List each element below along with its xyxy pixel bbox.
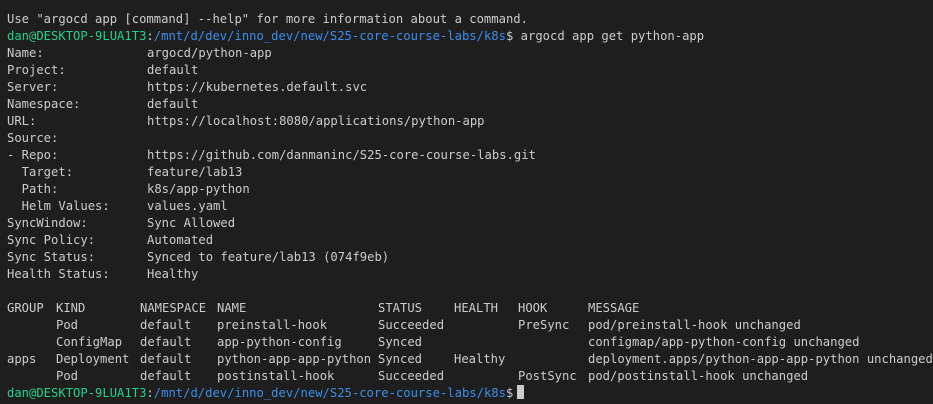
detail-key: - Repo: bbox=[7, 148, 59, 162]
detail-key: Helm Values: bbox=[7, 199, 110, 213]
detail-key: Health Status: bbox=[7, 267, 110, 281]
prompt-path: /mnt/d/dev/inno_dev/new/S25-core-course-… bbox=[153, 386, 506, 400]
table-cell: Healthy bbox=[454, 352, 506, 366]
detail-line: SyncWindow: Sync Allowed bbox=[7, 215, 933, 232]
detail-key: Sync Policy: bbox=[7, 233, 96, 247]
table-cell: app-python-config bbox=[217, 335, 342, 349]
detail-line: Target: feature/lab13 bbox=[7, 164, 933, 181]
table-cell: default bbox=[140, 369, 192, 383]
table-header-cell: HOOK bbox=[518, 301, 548, 315]
table-row: apps Deployment default python-app-app-pyth… bbox=[7, 351, 933, 368]
table-cell: ConfigMap bbox=[56, 335, 123, 349]
table-cell: Synced bbox=[378, 335, 423, 349]
detail-line: Helm Values: values.yaml bbox=[7, 198, 933, 215]
table-cell: Succeeded bbox=[378, 318, 445, 332]
detail-line: Name: argocd/python-app bbox=[7, 45, 933, 62]
command-text: argocd app get python-app bbox=[520, 29, 705, 43]
detail-key: Target: bbox=[7, 165, 74, 179]
detail-line: URL: https://localhost:8080/applications/… bbox=[7, 113, 933, 130]
detail-key: SyncWindow: bbox=[7, 216, 88, 230]
prompt-line: dan@DESKTOP-9LUA1T3:/mnt/d/dev/inno_dev/… bbox=[7, 28, 933, 45]
detail-value: Healthy bbox=[147, 267, 199, 281]
table-header-cell: NAMESPACE bbox=[140, 301, 207, 315]
detail-line: - Repo: https://github.com/danmaninc/S25-… bbox=[7, 147, 933, 164]
table-row: Pod default preinstall-hook Succeeded PreSyn… bbox=[7, 317, 933, 334]
detail-line: Source: bbox=[7, 130, 933, 147]
detail-line: Namespace: default bbox=[7, 96, 933, 113]
table-row: Pod default postinstall-hook Succeeded PostS… bbox=[7, 368, 933, 385]
table-cell: postinstall-hook bbox=[217, 369, 335, 383]
prompt-separator: : bbox=[146, 29, 154, 43]
prompt-line-current[interactable]: dan@DESKTOP-9LUA1T3:/mnt/d/dev/inno_dev/… bbox=[7, 385, 933, 402]
table-cell: configmap/app-python-config unchanged bbox=[588, 335, 860, 349]
detail-line: Sync Status: Synced to feature/lab13 (074… bbox=[7, 249, 933, 266]
detail-value: Automated bbox=[147, 233, 214, 247]
help-line: Use "argocd app [command] --help" for mo… bbox=[7, 12, 528, 26]
detail-value: https://localhost:8080/applications/pyth… bbox=[147, 114, 485, 128]
table-cell: python-app-app-python bbox=[217, 352, 372, 366]
detail-key: Source: bbox=[7, 131, 59, 145]
detail-value: default bbox=[147, 63, 199, 77]
prompt-dollar: $ bbox=[505, 386, 514, 400]
table-header-cell: NAME bbox=[217, 301, 247, 315]
table-cell: Deployment bbox=[56, 352, 130, 366]
detail-key: Namespace: bbox=[7, 97, 81, 111]
table-cell: apps bbox=[7, 352, 37, 366]
detail-key: Name: bbox=[7, 46, 44, 60]
table-cell: PreSync bbox=[518, 318, 570, 332]
table-header-cell: HEALTH bbox=[454, 301, 499, 315]
table-cell: Succeeded bbox=[378, 369, 445, 383]
detail-key: Server: bbox=[7, 80, 59, 94]
table-cell: pod/postinstall-hook unchanged bbox=[588, 369, 809, 383]
table-cell: default bbox=[140, 335, 192, 349]
table-cell: deployment.apps/python-app-app-python un… bbox=[588, 352, 933, 366]
detail-key: Path: bbox=[7, 182, 59, 196]
table-row: ConfigMap default app-python-config Synced c… bbox=[7, 334, 933, 351]
detail-line: Server: https://kubernetes.default.svc bbox=[7, 79, 933, 96]
table-cell: preinstall-hook bbox=[217, 318, 328, 332]
detail-key: URL: bbox=[7, 114, 37, 128]
detail-value: feature/lab13 bbox=[147, 165, 243, 179]
detail-key: Sync Status: bbox=[7, 250, 96, 264]
prompt-user-host: dan@DESKTOP-9LUA1T3 bbox=[7, 386, 147, 400]
table-cell: PostSync bbox=[518, 369, 577, 383]
detail-value: https://kubernetes.default.svc bbox=[147, 80, 368, 94]
prompt-separator: : bbox=[146, 386, 154, 400]
table-header-cell: GROUP bbox=[7, 301, 44, 315]
detail-value: k8s/app-python bbox=[147, 182, 250, 196]
prompt-path: /mnt/d/dev/inno_dev/new/S25-core-course-… bbox=[153, 29, 506, 43]
table-cell: Synced bbox=[378, 352, 423, 366]
detail-line: Project: default bbox=[7, 62, 933, 79]
detail-key: Project: bbox=[7, 63, 66, 77]
detail-value: Sync Allowed bbox=[147, 216, 236, 230]
table-cell: Pod bbox=[56, 318, 79, 332]
prompt-dollar: $ bbox=[505, 29, 514, 43]
detail-value: https://github.com/danmaninc/S25-core-co… bbox=[147, 148, 536, 162]
detail-value: values.yaml bbox=[147, 199, 228, 213]
table-header-cell: MESSAGE bbox=[588, 301, 640, 315]
detail-value: default bbox=[147, 97, 199, 111]
table-cell: default bbox=[140, 352, 192, 366]
table-cell: Pod bbox=[56, 369, 79, 383]
table-cell: default bbox=[140, 318, 192, 332]
table-header-row: GROUP KIND NAMESPACE NAME STATUS HEALTH HOOK ME… bbox=[7, 300, 933, 317]
table-header-cell: KIND bbox=[56, 301, 86, 315]
table-header-cell: STATUS bbox=[378, 301, 423, 315]
terminal[interactable]: Use "argocd app [command] --help" for mo… bbox=[7, 11, 933, 402]
detail-value: Synced to feature/lab13 (074f9eb) bbox=[147, 250, 390, 264]
table-cell: pod/preinstall-hook unchanged bbox=[588, 318, 801, 332]
resources-table: GROUP KIND NAMESPACE NAME STATUS HEALTH HOOK ME… bbox=[7, 300, 933, 385]
prompt-user-host: dan@DESKTOP-9LUA1T3 bbox=[7, 29, 147, 43]
detail-line: Health Status: Healthy bbox=[7, 266, 933, 283]
detail-line: Sync Policy: Automated bbox=[7, 232, 933, 249]
app-details: Name: argocd/python-app Project: default Ser… bbox=[7, 45, 933, 283]
text-cursor[interactable] bbox=[517, 385, 525, 399]
detail-line: Path: k8s/app-python bbox=[7, 181, 933, 198]
detail-value: argocd/python-app bbox=[147, 46, 272, 60]
